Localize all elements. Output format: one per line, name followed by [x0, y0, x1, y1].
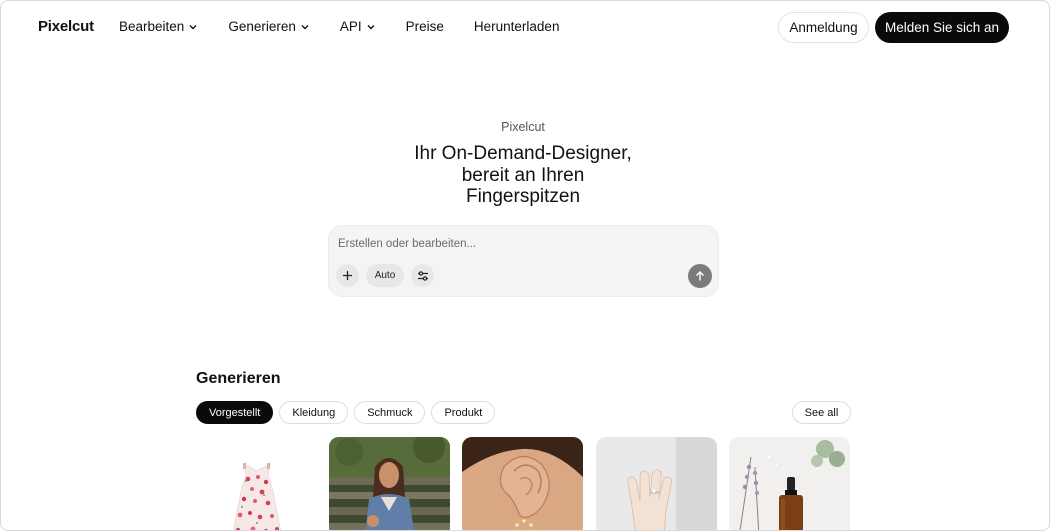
logo[interactable]: Pixelcut — [38, 18, 94, 35]
gallery-card-product[interactable] — [729, 437, 850, 530]
chip-vorgestellt[interactable]: Vorgestellt — [196, 401, 274, 424]
hero-title-line: Fingerspitzen — [465, 186, 581, 207]
see-all-button[interactable]: See all — [792, 401, 851, 424]
chevron-down-icon — [367, 24, 375, 29]
gallery-card-ring[interactable] — [596, 437, 717, 530]
plus-icon — [343, 271, 352, 280]
menu-item-generieren[interactable]: Generieren — [228, 19, 310, 34]
add-button[interactable] — [336, 264, 359, 287]
hero-title-line: Ihr On-Demand-Designer, — [414, 143, 632, 164]
signup-button[interactable]: Melden Sie sich an — [875, 12, 1009, 43]
hero-eyebrow: Pixelcut — [501, 120, 545, 134]
category-chips: Vorgestellt Kleidung Schmuck Produkt — [196, 401, 501, 424]
floral-dress-image — [196, 437, 317, 530]
login-button[interactable]: Anmeldung — [778, 12, 869, 43]
gallery-card-earring[interactable] — [462, 437, 583, 530]
menu-item-label: Preise — [405, 19, 444, 34]
woman-denim-jacket-image — [329, 437, 450, 530]
page-frame: Pixelcut Bearbeiten Generieren API Preis… — [0, 0, 1050, 531]
chip-schmuck[interactable]: Schmuck — [354, 401, 426, 424]
sliders-icon — [417, 270, 428, 281]
serum-bottle-lavender-image — [729, 437, 850, 530]
menu-item-label: Bearbeiten — [119, 19, 185, 34]
chevron-down-icon — [301, 24, 309, 29]
menu-item-label: Generieren — [228, 19, 296, 34]
menu-item-preise[interactable]: Preise — [406, 19, 444, 34]
ear-earring-image — [462, 437, 583, 530]
chip-produkt[interactable]: Produkt — [431, 401, 496, 424]
prompt-input[interactable] — [338, 235, 698, 253]
send-button[interactable] — [688, 264, 712, 288]
prompt-box: Auto — [328, 225, 719, 297]
menu-item-herunterladen[interactable]: Herunterladen — [474, 19, 560, 34]
menu-item-label: API — [339, 19, 362, 34]
chevron-down-icon — [189, 24, 197, 29]
hero-title: Ihr On-Demand-Designer, bereit an Ihren … — [373, 143, 673, 208]
section-title: Generieren — [196, 370, 281, 387]
main-menu: Bearbeiten Generieren API Preise Herunte… — [119, 19, 589, 34]
menu-item-label: Herunterladen — [473, 19, 560, 34]
menu-item-api[interactable]: API — [340, 19, 376, 34]
gallery-card-portrait[interactable] — [329, 437, 450, 530]
chip-kleidung[interactable]: Kleidung — [279, 401, 349, 424]
menu-item-bearbeiten[interactable]: Bearbeiten — [119, 19, 198, 34]
mode-auto-button[interactable]: Auto — [366, 264, 404, 287]
hand-ring-image — [596, 437, 717, 530]
hero-title-line: bereit an Ihren — [461, 164, 585, 186]
arrow-up-icon — [696, 271, 704, 281]
top-nav: Pixelcut Bearbeiten Generieren API Preis… — [1, 1, 1049, 55]
settings-button[interactable] — [411, 264, 434, 287]
gallery-card-dress[interactable] — [196, 437, 317, 530]
